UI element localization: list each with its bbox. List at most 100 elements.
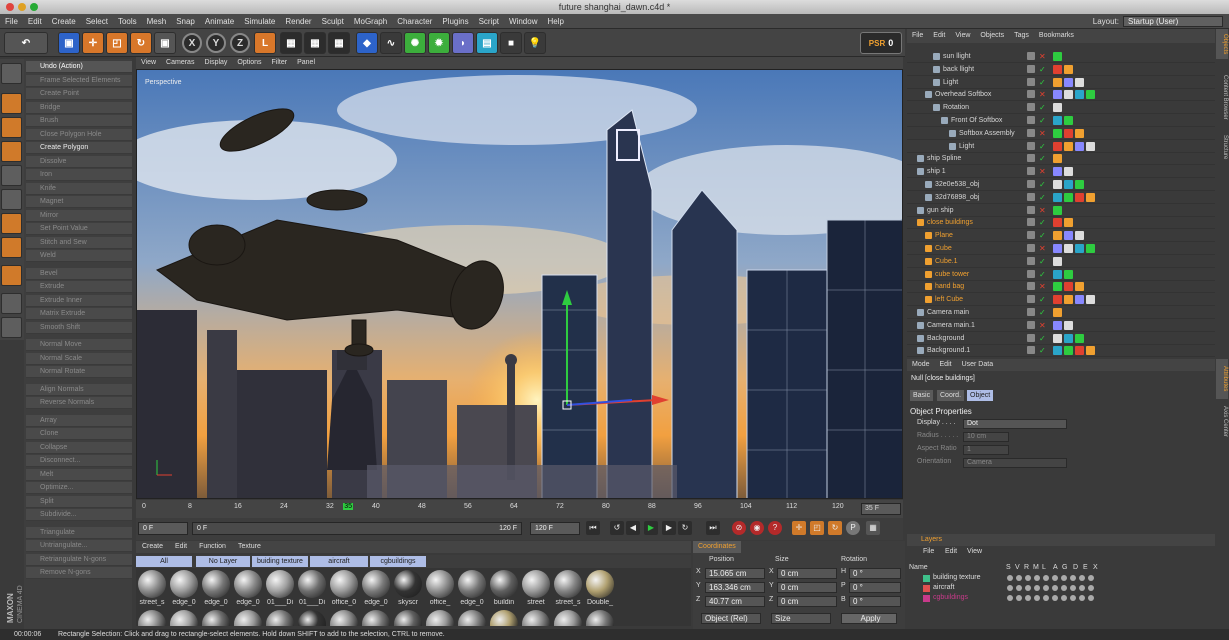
layer-flag-icon[interactable] [1025, 575, 1031, 581]
object-tag-icon[interactable] [1086, 295, 1095, 305]
object-tag-icon[interactable] [1053, 320, 1062, 330]
object-tag-icon[interactable] [1086, 346, 1095, 356]
objects-menu-bookmarks[interactable]: Bookmarks [1034, 29, 1079, 43]
command-item[interactable]: Array [26, 414, 132, 427]
material-swatch[interactable] [394, 570, 422, 598]
side-tab[interactable]: Attributes [1216, 359, 1228, 399]
object-tag-icon[interactable] [1075, 128, 1084, 138]
object-tag-icon[interactable] [1053, 90, 1062, 100]
key-rotation-icon[interactable]: ↻ [828, 521, 842, 535]
object-tag-icon[interactable] [1053, 282, 1062, 292]
menu-help[interactable]: Help [542, 14, 568, 29]
close-window-icon[interactable] [6, 3, 14, 11]
current-frame-field[interactable]: 35 F [861, 503, 901, 515]
layer-flag-icon[interactable] [1052, 575, 1058, 581]
side-tab[interactable]: Content Browser [1216, 69, 1228, 125]
viewport-menu-cameras[interactable]: Cameras [161, 57, 199, 69]
visibility-toggle-icon[interactable] [1027, 218, 1035, 227]
command-item[interactable]: Normal Move [26, 339, 132, 351]
object-tag-icon[interactable] [1053, 295, 1062, 305]
object-tag-icon[interactable] [1064, 218, 1073, 228]
object-row[interactable]: Light ✓ [907, 140, 1215, 153]
material-tab[interactable]: All [136, 556, 192, 567]
layer-flag-icon[interactable] [1025, 595, 1031, 601]
material-swatch[interactable] [490, 570, 518, 598]
menu-file[interactable]: File [0, 14, 23, 29]
layers-menu-file[interactable]: File [923, 548, 934, 555]
check-icon[interactable]: ✓ [1039, 255, 1046, 268]
object-tag-icon[interactable] [1064, 192, 1073, 202]
object-mode-icon[interactable] [1, 93, 22, 114]
texture-mode-icon[interactable] [1, 117, 22, 138]
menu-window[interactable]: Window [504, 14, 542, 29]
object-tag-icon[interactable] [1053, 103, 1062, 113]
prev-frame-icon[interactable]: ◀ [626, 521, 640, 535]
command-item[interactable]: Create Point [26, 88, 132, 100]
coordinate-mode-dropdown[interactable]: Object (Rel) [701, 613, 761, 624]
command-item[interactable]: Extrude Inner [26, 294, 132, 307]
command-item[interactable]: Dissolve [26, 155, 132, 168]
layer-flag-icon[interactable] [1016, 595, 1022, 601]
points-mode-icon[interactable] [1, 165, 22, 186]
object-tag-icon[interactable] [1053, 141, 1062, 151]
material-swatch[interactable] [298, 570, 326, 598]
layer-flag-icon[interactable] [1070, 585, 1076, 591]
undo-button[interactable]: ↶ [4, 32, 48, 54]
render-view-icon[interactable]: ▦ [280, 32, 302, 54]
command-item[interactable]: Subdivide... [26, 509, 132, 521]
visibility-toggle-icon[interactable] [1027, 154, 1035, 163]
tab-coord[interactable]: Coord. [937, 390, 965, 401]
layer-flag-icon[interactable] [1016, 585, 1022, 591]
magnet-snap-icon[interactable] [1, 265, 22, 286]
object-row[interactable]: Camera main.1 ✕ [907, 319, 1215, 332]
object-tag-icon[interactable] [1064, 295, 1073, 305]
object-tag-icon[interactable] [1053, 52, 1062, 61]
polygons-mode-icon[interactable] [1, 213, 22, 234]
3d-viewport[interactable]: Perspective [136, 69, 903, 499]
position-field[interactable]: 163.346 cm [705, 582, 765, 593]
command-item[interactable]: Weld [26, 250, 132, 262]
material-swatch[interactable] [362, 610, 390, 626]
key-pla-icon[interactable]: ▦ [866, 521, 880, 535]
side-tab[interactable]: Axis Center [1216, 401, 1228, 443]
end-frame-field[interactable]: 120 F [530, 522, 580, 535]
objects-menu-edit[interactable]: Edit [928, 29, 950, 43]
material-menu-edit[interactable]: Edit [169, 541, 193, 553]
object-row[interactable]: hand bag ✕ [907, 280, 1215, 294]
apply-button[interactable]: Apply [841, 613, 897, 624]
rotate-tool-icon[interactable]: ↻ [130, 32, 152, 54]
rotation-field[interactable]: 0 ° [849, 582, 901, 593]
keyframe-selection-icon[interactable]: ? [768, 521, 782, 535]
object-row[interactable]: ship Spline ✓ [907, 152, 1215, 166]
layer-flag-icon[interactable] [1061, 595, 1067, 601]
next-frame-icon[interactable]: ▶ [662, 521, 676, 535]
check-icon[interactable]: ✕ [1039, 242, 1046, 255]
object-row[interactable]: 32d76898_obj ✓ [907, 191, 1215, 204]
prev-key-icon[interactable]: ↺ [610, 521, 624, 535]
visibility-toggle-icon[interactable] [1027, 64, 1035, 73]
property-value[interactable]: 1 [963, 445, 1009, 455]
material-swatch[interactable] [554, 570, 582, 598]
layer-flag-icon[interactable] [1007, 585, 1013, 591]
object-tag-icon[interactable] [1053, 231, 1062, 241]
object-row[interactable]: Cube ✕ [907, 242, 1215, 255]
timeline-ruler[interactable]: 0 8 16 24 32 35 40 48 56 64 72 80 88 96 104 112 120 35 F [136, 500, 903, 518]
subdivision-surface-icon[interactable]: ✺ [404, 32, 426, 54]
layer-flag-icon[interactable] [1061, 575, 1067, 581]
object-tag-icon[interactable] [1075, 231, 1084, 241]
layer-flag-icon[interactable] [1088, 575, 1094, 581]
object-row[interactable]: left Cube ✓ [907, 293, 1215, 307]
viewport-menu-filter[interactable]: Filter [267, 57, 293, 69]
object-tag-icon[interactable] [1075, 180, 1084, 189]
material-tab[interactable]: buiding texture [252, 556, 308, 567]
check-icon[interactable]: ✕ [1039, 204, 1046, 217]
viewport-menu-view[interactable]: View [136, 57, 161, 69]
object-tag-icon[interactable] [1053, 128, 1062, 138]
check-icon[interactable]: ✕ [1039, 127, 1046, 140]
size-mode-dropdown[interactable]: Size [771, 613, 831, 624]
object-tag-icon[interactable] [1053, 116, 1062, 125]
layer-flag-icon[interactable] [1034, 585, 1040, 591]
material-menu-create[interactable]: Create [136, 541, 169, 553]
property-value[interactable]: 10 cm [963, 432, 1009, 442]
layer-flag-icon[interactable] [1034, 575, 1040, 581]
